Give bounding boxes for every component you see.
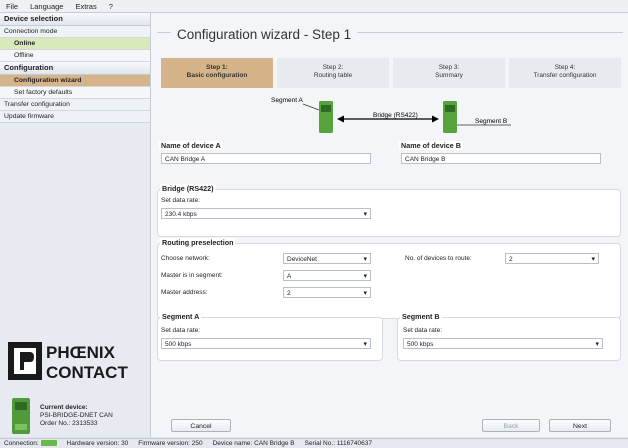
segment-a-title: Segment A — [160, 312, 202, 321]
master-address-label: Master address: — [161, 289, 208, 296]
network-label: Choose network: — [161, 255, 210, 262]
master-address-select[interactable]: 2 — [283, 287, 371, 299]
master-segment-select[interactable]: A — [283, 270, 371, 282]
current-device-box: Current device: PSI-BRIDGE-DNET CAN Orde… — [4, 396, 146, 440]
menu-extras[interactable]: Extras — [69, 2, 102, 11]
sidebar-item-update-firmware[interactable]: Update firmware — [0, 111, 150, 123]
wizard-panel: Configuration wizard - Step 1 Step 1: Bas… — [151, 13, 628, 437]
segment-b-title: Segment B — [400, 312, 442, 321]
segment-b-data-rate-select[interactable]: 500 kbps — [403, 338, 603, 350]
sidebar-item-transfer-configuration[interactable]: Transfer configuration — [0, 99, 150, 111]
step-4[interactable]: Step 4: Transfer configuration — [509, 58, 621, 88]
sidebar-item-connection-mode[interactable]: Connection mode — [0, 26, 150, 38]
logo-line1: PHŒNIX — [46, 343, 116, 362]
cancel-button[interactable]: Cancel — [171, 419, 231, 432]
sidebar-item-set-factory-defaults[interactable]: Set factory defaults — [0, 87, 150, 99]
devices-to-route-label: No. of devices to route: — [405, 255, 472, 262]
step-3[interactable]: Step 3: Summary — [393, 58, 505, 88]
page-title: Configuration wizard - Step 1 — [171, 27, 358, 42]
sidebar-item-configuration[interactable]: Configuration — [0, 62, 150, 75]
back-button[interactable]: Back — [482, 419, 540, 432]
diagram-bridge-label: Bridge (RS422) — [373, 112, 418, 119]
next-button[interactable]: Next — [549, 419, 611, 432]
device-b-title: Name of device B — [399, 141, 463, 150]
menu-help[interactable]: ? — [103, 2, 119, 11]
step-4-label: Transfer configuration — [533, 72, 597, 79]
current-device-name: PSI-BRIDGE-DNET CAN — [40, 412, 113, 419]
step-4-number: Step 4: — [554, 64, 576, 71]
sidebar-item-device-selection[interactable]: Device selection — [0, 13, 150, 26]
segment-a-data-rate-label: Set data rate: — [161, 327, 201, 334]
segment-b-data-rate-label: Set data rate: — [403, 327, 443, 334]
step-1[interactable]: Step 1: Basic configuration — [161, 58, 273, 88]
step-2[interactable]: Step 2: Routing table — [277, 58, 389, 88]
menu-bar: File Language Extras ? — [0, 0, 628, 13]
menu-language[interactable]: Language — [24, 2, 69, 11]
device-b-name-input[interactable]: CAN Bridge B — [401, 153, 601, 164]
wizard-steps: Step 1: Basic configuration Step 2: Routin… — [161, 58, 621, 88]
network-select[interactable]: DeviceNet — [283, 253, 371, 265]
step-3-label: Summary — [435, 72, 463, 79]
diagram-segment-a-label: Segment A — [271, 97, 303, 104]
device-a-title: Name of device A — [159, 141, 223, 150]
phoenix-contact-logo: PHŒNIX CONTACT — [6, 338, 146, 384]
current-device-order: Order No.: 2313533 — [40, 420, 98, 427]
bridge-data-rate-label: Set data rate: — [161, 197, 201, 204]
step-1-number: Step 1: — [206, 64, 228, 71]
step-1-label: Basic configuration — [186, 72, 248, 79]
device-icon — [12, 398, 30, 434]
sidebar-item-configuration-wizard[interactable]: Configuration wizard — [0, 75, 150, 87]
bridge-diagram: Segment A Bridge (RS422) Segment B — [271, 97, 511, 133]
bridge-title: Bridge (RS422) — [160, 184, 216, 193]
sidebar-item-online[interactable]: Online — [0, 38, 150, 50]
menu-file[interactable]: File — [0, 2, 24, 11]
diagram-segment-b-label: Segment B — [475, 118, 507, 125]
connection-indicator-icon — [40, 440, 57, 447]
devices-to-route-select[interactable]: 2 — [505, 253, 599, 265]
sidebar-item-offline[interactable]: Offline — [0, 50, 150, 62]
routing-title: Routing preselection — [160, 238, 236, 247]
step-2-label: Routing table — [313, 72, 353, 79]
bridge-data-rate-select[interactable]: 230.4 kbps — [161, 208, 371, 220]
sidebar: Device selection Connection mode Online … — [0, 13, 151, 437]
current-device-heading: Current device: — [40, 404, 88, 411]
master-segment-label: Master is in segment: — [161, 272, 223, 279]
step-2-number: Step 2: — [322, 64, 344, 71]
device-a-name-input[interactable]: CAN Bridge A — [161, 153, 371, 164]
logo-line2: CONTACT — [46, 363, 128, 382]
segment-a-data-rate-select[interactable]: 500 kbps — [161, 338, 371, 350]
step-3-number: Step 3: — [438, 64, 460, 71]
